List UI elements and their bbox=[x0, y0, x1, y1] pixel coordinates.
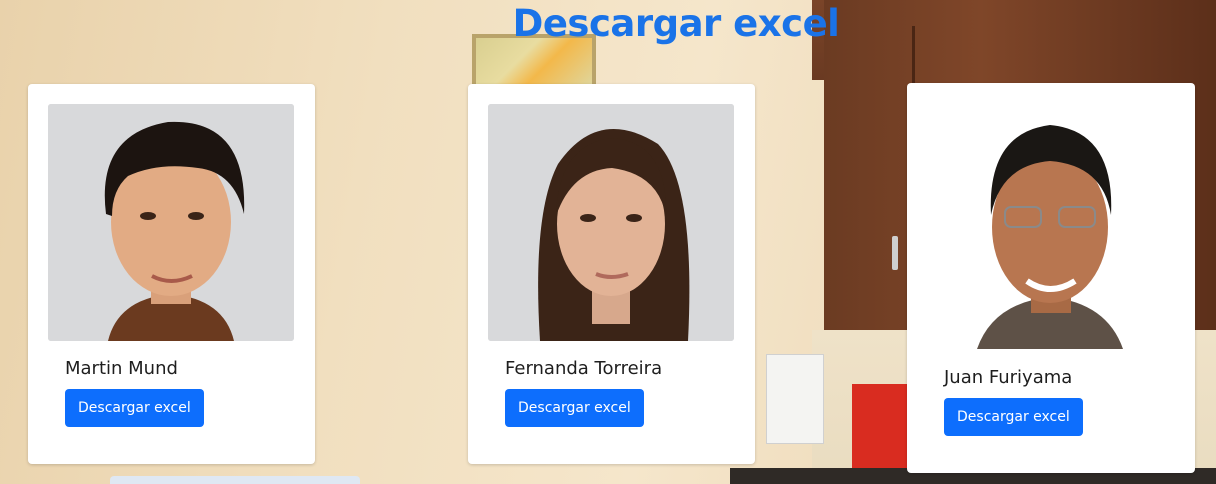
pinned-paper bbox=[766, 354, 824, 444]
profile-photo bbox=[48, 104, 294, 341]
profile-card: Fernanda Torreira Descargar excel bbox=[468, 84, 755, 464]
person-avatar-icon bbox=[48, 104, 294, 341]
profile-photo bbox=[488, 104, 734, 341]
profile-name: Martin Mund bbox=[65, 358, 178, 379]
profile-card: Martin Mund Descargar excel bbox=[28, 84, 315, 464]
page-title: Descargar excel bbox=[512, 2, 840, 45]
profile-card: Juan Furiyama Descargar excel bbox=[907, 83, 1195, 473]
blue-object bbox=[110, 476, 360, 484]
person-avatar-icon bbox=[927, 103, 1173, 349]
page: Descargar excel Martin Mund Descargar ex… bbox=[0, 0, 1216, 484]
download-excel-button[interactable]: Descargar excel bbox=[505, 389, 644, 427]
profile-name: Juan Furiyama bbox=[944, 367, 1073, 388]
cabinet-handle bbox=[892, 236, 898, 270]
download-excel-button[interactable]: Descargar excel bbox=[944, 398, 1083, 436]
profile-photo bbox=[927, 103, 1173, 349]
download-excel-button[interactable]: Descargar excel bbox=[65, 389, 204, 427]
person-avatar-icon bbox=[488, 104, 734, 341]
profile-name: Fernanda Torreira bbox=[505, 358, 663, 379]
